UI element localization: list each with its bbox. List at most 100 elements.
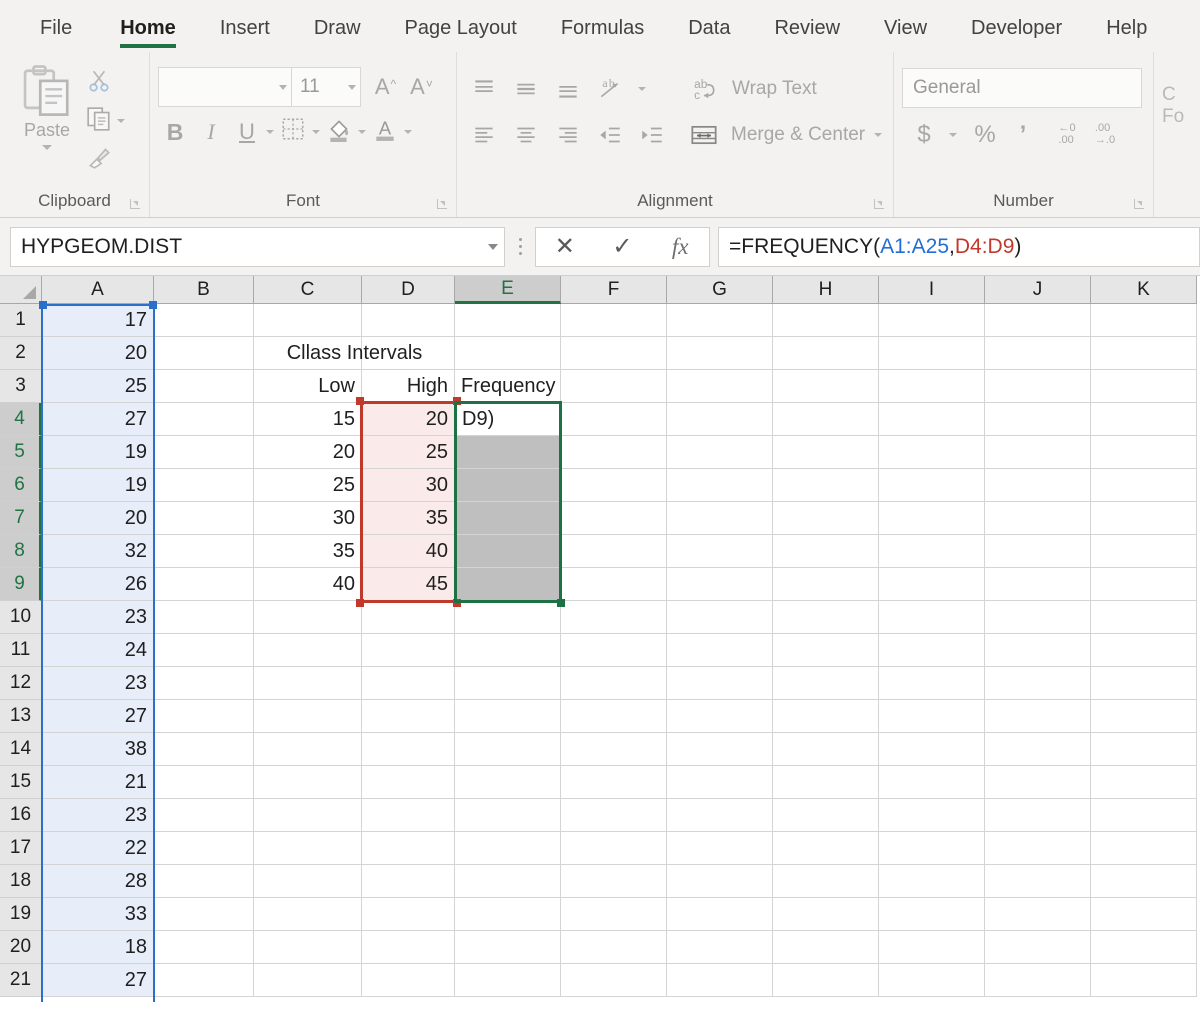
cell-K16[interactable]	[1091, 799, 1197, 832]
column-header-F[interactable]: F	[561, 276, 667, 304]
cell-F4[interactable]	[561, 403, 667, 436]
cell-K8[interactable]	[1091, 535, 1197, 568]
cell-E5[interactable]	[455, 436, 561, 469]
cell-J7[interactable]	[985, 502, 1091, 535]
ribbon-tab-view[interactable]: View	[862, 18, 949, 52]
cell-K18[interactable]	[1091, 865, 1197, 898]
cell-H11[interactable]	[773, 634, 879, 667]
cell-H16[interactable]	[773, 799, 879, 832]
cell-J10[interactable]	[985, 601, 1091, 634]
cell-F13[interactable]	[561, 700, 667, 733]
cell-I17[interactable]	[879, 832, 985, 865]
cell-G2[interactable]	[667, 337, 773, 370]
cell-J2[interactable]	[985, 337, 1091, 370]
cell-K14[interactable]	[1091, 733, 1197, 766]
conditional-formatting-button[interactable]: C Fo	[1162, 58, 1200, 211]
row-header-13[interactable]: 13	[0, 700, 42, 733]
insert-function-button[interactable]: fx	[656, 234, 704, 260]
font-size-input[interactable]: 11	[291, 67, 361, 107]
orientation-button[interactable]: a b	[591, 71, 629, 107]
cell-F21[interactable]	[561, 964, 667, 997]
row-header-16[interactable]: 16	[0, 799, 42, 832]
cell-B21[interactable]	[154, 964, 254, 997]
cell-K4[interactable]	[1091, 403, 1197, 436]
cell-B18[interactable]	[154, 865, 254, 898]
cell-H4[interactable]	[773, 403, 879, 436]
cell-I20[interactable]	[879, 931, 985, 964]
cell-J13[interactable]	[985, 700, 1091, 733]
cell-D11[interactable]	[362, 634, 455, 667]
borders-button[interactable]	[276, 115, 310, 149]
alignment-dialog-launcher-icon[interactable]	[874, 199, 885, 210]
cell-G21[interactable]	[667, 964, 773, 997]
cell-F17[interactable]	[561, 832, 667, 865]
row-header-2[interactable]: 2	[0, 337, 42, 370]
row-header-20[interactable]: 20	[0, 931, 42, 964]
cell-E8[interactable]	[455, 535, 561, 568]
underline-caret-icon[interactable]	[266, 130, 274, 134]
row-header-6[interactable]: 6	[0, 469, 42, 502]
cell-F5[interactable]	[561, 436, 667, 469]
row-header-15[interactable]: 15	[0, 766, 42, 799]
increase-indent-button[interactable]	[633, 117, 671, 153]
cell-J17[interactable]	[985, 832, 1091, 865]
cell-G15[interactable]	[667, 766, 773, 799]
cell-C21[interactable]	[254, 964, 362, 997]
cell-D17[interactable]	[362, 832, 455, 865]
cell-E15[interactable]	[455, 766, 561, 799]
cell-I16[interactable]	[879, 799, 985, 832]
reference-range-d-handle-topleft[interactable]	[356, 397, 364, 405]
cell-C4[interactable]: 15	[254, 403, 362, 436]
cell-A10[interactable]: 23	[42, 601, 154, 634]
cell-C6[interactable]: 25	[254, 469, 362, 502]
cell-D4[interactable]: 20	[362, 403, 455, 436]
cancel-formula-button[interactable]: ✕	[541, 232, 589, 261]
cell-J12[interactable]	[985, 667, 1091, 700]
column-header-D[interactable]: D	[362, 276, 455, 304]
cell-E18[interactable]	[455, 865, 561, 898]
cell-J16[interactable]	[985, 799, 1091, 832]
cell-A15[interactable]: 21	[42, 766, 154, 799]
cell-G11[interactable]	[667, 634, 773, 667]
cell-K20[interactable]	[1091, 931, 1197, 964]
cell-F7[interactable]	[561, 502, 667, 535]
cell-K3[interactable]	[1091, 370, 1197, 403]
cell-J19[interactable]	[985, 898, 1091, 931]
cell-I10[interactable]	[879, 601, 985, 634]
cell-H14[interactable]	[773, 733, 879, 766]
decrease-decimal-button[interactable]: .00 →.0	[1087, 117, 1123, 153]
cell-B17[interactable]	[154, 832, 254, 865]
enter-formula-button[interactable]: ✓	[598, 232, 646, 261]
accounting-format-caret-icon[interactable]	[949, 133, 957, 137]
cell-G6[interactable]	[667, 469, 773, 502]
font-name-caret-icon[interactable]	[279, 84, 287, 90]
cell-G19[interactable]	[667, 898, 773, 931]
row-header-5[interactable]: 5	[0, 436, 42, 469]
cell-D13[interactable]	[362, 700, 455, 733]
cell-K21[interactable]	[1091, 964, 1197, 997]
cell-A13[interactable]: 27	[42, 700, 154, 733]
cell-A7[interactable]: 20	[42, 502, 154, 535]
cell-K5[interactable]	[1091, 436, 1197, 469]
cell-A3[interactable]: 25	[42, 370, 154, 403]
row-header-11[interactable]: 11	[0, 634, 42, 667]
cell-A12[interactable]: 23	[42, 667, 154, 700]
cell-A8[interactable]: 32	[42, 535, 154, 568]
orientation-caret-icon[interactable]	[638, 87, 646, 91]
cell-A9[interactable]: 26	[42, 568, 154, 601]
merge-center-button[interactable]	[685, 117, 723, 153]
cell-E14[interactable]	[455, 733, 561, 766]
cell-E1[interactable]	[455, 304, 561, 337]
cell-K7[interactable]	[1091, 502, 1197, 535]
merge-center-caret-icon[interactable]	[874, 133, 883, 137]
cell-C15[interactable]	[254, 766, 362, 799]
cell-B13[interactable]	[154, 700, 254, 733]
cell-I7[interactable]	[879, 502, 985, 535]
cell-B2[interactable]	[154, 337, 254, 370]
row-header-4[interactable]: 4	[0, 403, 42, 436]
cell-H12[interactable]	[773, 667, 879, 700]
ribbon-tab-formulas[interactable]: Formulas	[539, 18, 666, 52]
cell-K17[interactable]	[1091, 832, 1197, 865]
cell-I13[interactable]	[879, 700, 985, 733]
cell-D16[interactable]	[362, 799, 455, 832]
